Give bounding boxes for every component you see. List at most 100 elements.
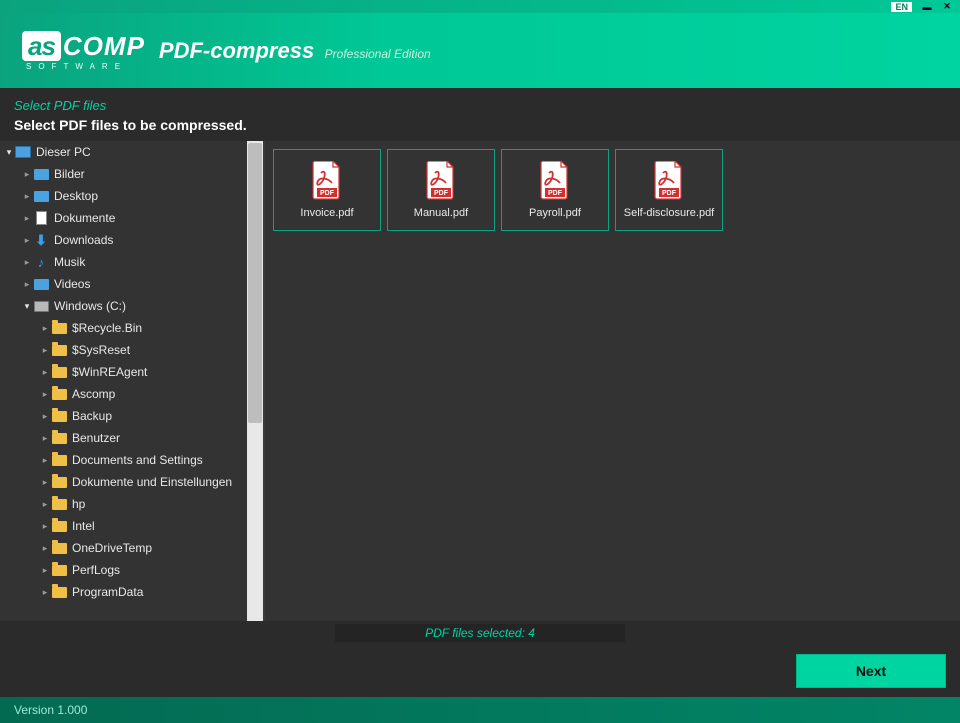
- tree-node-dokumente[interactable]: ▸Dokumente: [0, 207, 263, 229]
- chevron-right-icon[interactable]: ▸: [40, 411, 50, 422]
- tree-label: Intel: [72, 519, 95, 533]
- chevron-right-icon[interactable]: ▸: [22, 235, 32, 246]
- tree-node-folder[interactable]: ▸ Dokumente und Einstellungen: [0, 471, 263, 493]
- chevron-right-icon[interactable]: ▸: [22, 213, 32, 224]
- file-item[interactable]: PDF Manual.pdf: [387, 149, 495, 231]
- chevron-right-icon[interactable]: ▸: [40, 521, 50, 532]
- file-item[interactable]: PDF Self-disclosure.pdf: [615, 149, 723, 231]
- chevron-right-icon[interactable]: ▸: [22, 257, 32, 268]
- folder-icon: [50, 518, 68, 534]
- tree-label: Bilder: [54, 167, 85, 181]
- minimize-button[interactable]: ▬: [918, 1, 936, 12]
- chevron-right-icon[interactable]: ▸: [40, 499, 50, 510]
- document-icon: [32, 210, 50, 226]
- folder-icon: [50, 386, 68, 402]
- app-title: PDF-compress: [159, 38, 314, 63]
- app-edition: Professional Edition: [325, 47, 431, 61]
- tree-node-folder[interactable]: ▸ Backup: [0, 405, 263, 427]
- video-icon: [32, 276, 50, 292]
- tree-label: Dieser PC: [36, 145, 91, 159]
- music-icon: ♪: [32, 254, 50, 270]
- logo-as: as: [22, 31, 61, 61]
- close-button[interactable]: ✕: [938, 1, 956, 12]
- svg-text:PDF: PDF: [662, 190, 677, 197]
- folder-tree: ▾ Dieser PC ▸ Bilder ▸ Desktop ▸Dokumente▸⬇Dow…: [0, 141, 265, 621]
- tree-node-folder[interactable]: ▸ Intel: [0, 515, 263, 537]
- file-item[interactable]: PDF Payroll.pdf: [501, 149, 609, 231]
- tree-node-folder[interactable]: ▸ OneDriveTemp: [0, 537, 263, 559]
- tree-node-folder[interactable]: ▸ $Recycle.Bin: [0, 317, 263, 339]
- file-name: Invoice.pdf: [300, 207, 353, 219]
- file-grid: PDF Invoice.pdf PDF Manual.pdf PDF Payro…: [265, 141, 960, 621]
- language-badge[interactable]: EN: [891, 2, 912, 12]
- chevron-right-icon[interactable]: ▸: [40, 433, 50, 444]
- tree-node-folder[interactable]: ▸ $WinREAgent: [0, 361, 263, 383]
- tree-node-folder[interactable]: ▸ PerfLogs: [0, 559, 263, 581]
- chevron-down-icon[interactable]: ▾: [22, 301, 32, 312]
- tree-node-folder[interactable]: ▸ Documents and Settings: [0, 449, 263, 471]
- tree-label: $WinREAgent: [72, 365, 147, 379]
- pdf-file-icon: PDF: [311, 161, 343, 201]
- tree-scrollbar[interactable]: [247, 141, 263, 621]
- folder-icon: [50, 320, 68, 336]
- file-item[interactable]: PDF Invoice.pdf: [273, 149, 381, 231]
- tree-node-folder[interactable]: ▸ Ascomp: [0, 383, 263, 405]
- tree-node-folder[interactable]: ▸$SysReset: [0, 339, 263, 361]
- tree-label: $Recycle.Bin: [72, 321, 142, 335]
- folder-icon: [50, 364, 68, 380]
- tree-label: Dokumente und Einstellungen: [72, 475, 232, 489]
- step-bar: Select PDF files Select PDF files to be …: [0, 88, 960, 139]
- tree-node-downloads[interactable]: ▸⬇Downloads: [0, 229, 263, 251]
- next-button[interactable]: Next: [796, 654, 946, 688]
- tree-node-musik[interactable]: ▸♪ Musik: [0, 251, 263, 273]
- tree-label: OneDriveTemp: [72, 541, 152, 555]
- chevron-right-icon[interactable]: ▸: [22, 169, 32, 180]
- tree-label: PerfLogs: [72, 563, 120, 577]
- status-text: PDF files selected: 4: [335, 624, 625, 642]
- pc-icon: [14, 144, 32, 160]
- folder-icon: [50, 452, 68, 468]
- pdf-file-icon: PDF: [539, 161, 571, 201]
- svg-text:PDF: PDF: [434, 190, 449, 197]
- download-icon: ⬇: [32, 232, 50, 248]
- chevron-right-icon[interactable]: ▸: [40, 345, 50, 356]
- chevron-right-icon[interactable]: ▸: [22, 191, 32, 202]
- tree-node-folder[interactable]: ▸Benutzer: [0, 427, 263, 449]
- tree-node-drive-c[interactable]: ▾ Windows (C:): [0, 295, 263, 317]
- chevron-right-icon[interactable]: ▸: [40, 477, 50, 488]
- tree-label: Documents and Settings: [72, 453, 203, 467]
- chevron-right-icon[interactable]: ▸: [40, 455, 50, 466]
- step-desc: Select PDF files to be compressed.: [14, 117, 946, 133]
- file-name: Payroll.pdf: [529, 207, 581, 219]
- tree-label: Desktop: [54, 189, 98, 203]
- logo-sub: SOFTWARE: [26, 63, 145, 71]
- tree-label: Backup: [72, 409, 112, 423]
- file-name: Self-disclosure.pdf: [624, 207, 715, 219]
- chevron-right-icon[interactable]: ▸: [40, 587, 50, 598]
- tree-node-bilder[interactable]: ▸ Bilder: [0, 163, 263, 185]
- tree-node-folder[interactable]: ▸hp: [0, 493, 263, 515]
- tree-node-this-pc[interactable]: ▾ Dieser PC: [0, 141, 263, 163]
- folder-icon: [50, 342, 68, 358]
- folder-icon: [50, 584, 68, 600]
- tree-label: Musik: [54, 255, 85, 269]
- tree-label: Ascomp: [72, 387, 115, 401]
- svg-text:PDF: PDF: [320, 190, 335, 197]
- pictures-icon: [32, 166, 50, 182]
- chevron-right-icon[interactable]: ▸: [40, 389, 50, 400]
- chevron-down-icon[interactable]: ▾: [4, 147, 14, 158]
- app-header: as COMP SOFTWARE PDF-compress Profession…: [0, 13, 960, 88]
- folder-icon: [50, 408, 68, 424]
- folder-icon: [50, 474, 68, 490]
- chevron-right-icon[interactable]: ▸: [40, 323, 50, 334]
- title-bar: EN ▬ ✕: [0, 0, 960, 13]
- chevron-right-icon[interactable]: ▸: [40, 367, 50, 378]
- scroll-thumb[interactable]: [248, 143, 262, 423]
- chevron-right-icon[interactable]: ▸: [22, 279, 32, 290]
- tree-node-videos[interactable]: ▸Videos: [0, 273, 263, 295]
- tree-label: Windows (C:): [54, 299, 126, 313]
- tree-node-folder[interactable]: ▸ProgramData: [0, 581, 263, 603]
- chevron-right-icon[interactable]: ▸: [40, 565, 50, 576]
- chevron-right-icon[interactable]: ▸: [40, 543, 50, 554]
- tree-node-desktop[interactable]: ▸ Desktop: [0, 185, 263, 207]
